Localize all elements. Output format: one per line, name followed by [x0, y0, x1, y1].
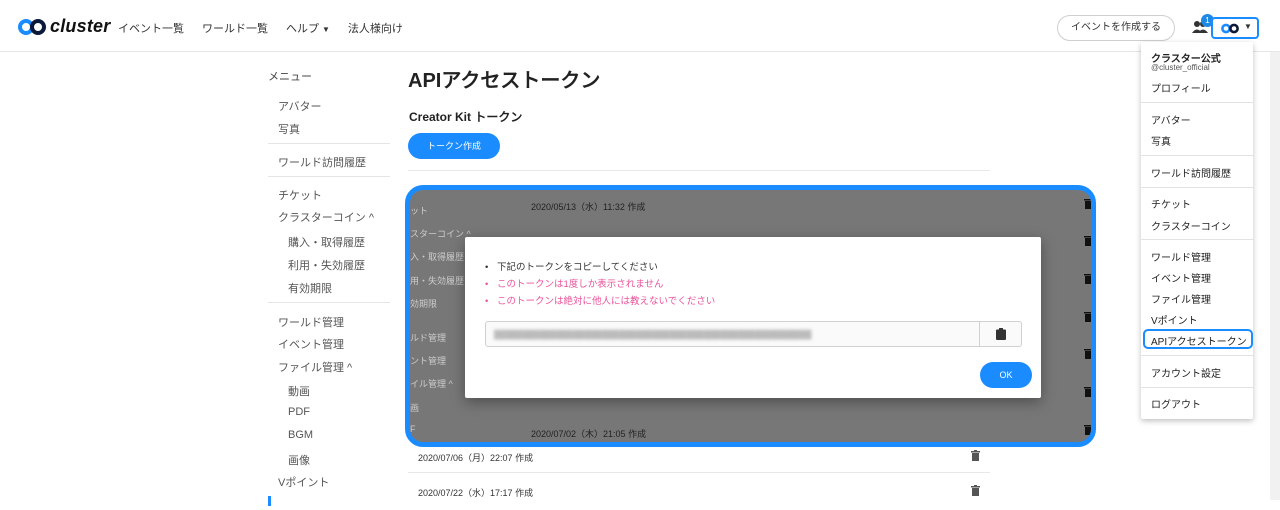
trash-icon — [1084, 312, 1091, 322]
menu-item-pdf[interactable]: PDF — [288, 406, 310, 418]
trash-icon[interactable] — [971, 485, 980, 496]
create-event-button[interactable]: イベントを作成する — [1057, 15, 1175, 41]
nav-help-label: ヘルプ — [286, 23, 319, 35]
copy-button[interactable] — [979, 322, 1023, 346]
cluster-logo[interactable]: cluster — [18, 16, 110, 37]
top-header: cluster イベント一覧 ワールド一覧 ヘルプ ▼ 法人様向け イベントを作成… — [0, 0, 1280, 52]
trash-icon — [1084, 425, 1091, 435]
menu-active-indicator — [268, 496, 271, 506]
menu-item-images[interactable]: 画像 — [288, 452, 310, 468]
overlay-menu-text: 用・失効履歴 — [410, 276, 465, 286]
dropdown-item-account-settings[interactable]: アカウント設定 — [1151, 365, 1221, 380]
overlay-menu-text: ット — [410, 206, 429, 216]
account-logo-icon — [1221, 23, 1239, 34]
overlay-token-date: 2020/07/02（木）21:05 作成 — [531, 429, 647, 439]
page-scrollbar[interactable] — [1270, 52, 1280, 500]
dropdown-divider — [1141, 155, 1253, 156]
dropdown-item-api-token[interactable]: APIアクセストークン — [1151, 333, 1247, 348]
page-title: APIアクセストークン — [408, 70, 601, 92]
menu-item-coins[interactable]: クラスターコイン ^ — [278, 209, 374, 225]
trash-icon[interactable] — [971, 450, 980, 461]
menu-item-video[interactable]: 動画 — [288, 383, 310, 399]
modal-instructions: 下記のトークンをコピーしてください このトークンは1度しか表示されません このト… — [485, 259, 715, 310]
menu-item-avatar[interactable]: アバター — [278, 98, 322, 114]
dropdown-item-world-history[interactable]: ワールド訪問履歴 — [1151, 165, 1231, 180]
menu-heading: メニュー — [268, 71, 312, 83]
menu-item-event-manage[interactable]: イベント管理 — [278, 336, 344, 352]
menu-item-world-history[interactable]: ワールド訪問履歴 — [278, 154, 366, 170]
nav-help[interactable]: ヘルプ ▼ — [286, 20, 330, 36]
token-created-date: 2020/07/22（水）17:17 作成 — [418, 488, 534, 498]
dropdown-item-avatar[interactable]: アバター — [1151, 112, 1191, 127]
trash-icon — [1084, 349, 1091, 359]
dropdown-item-file-manage[interactable]: ファイル管理 — [1151, 291, 1211, 306]
section-title: Creator Kit トークン — [409, 110, 523, 124]
overlay-menu-text: スターコイン ^ — [410, 229, 471, 239]
overlay-menu-text: ルド管理 — [410, 333, 447, 343]
chevron-down-icon: ▼ — [1244, 22, 1252, 31]
overlay-menu-text: ント管理 — [410, 356, 447, 366]
cluster-logo-icon — [18, 18, 46, 35]
dropdown-item-vpoint[interactable]: Vポイント — [1151, 312, 1198, 327]
token-field[interactable]: ████████████████████████████████████████… — [485, 321, 1022, 347]
menu-item-file-manage[interactable]: ファイル管理 ^ — [278, 359, 352, 375]
overlay-menu-text: F — [410, 424, 416, 434]
dropdown-divider — [1141, 387, 1253, 388]
menu-item-usage-history[interactable]: 利用・失効履歴 — [288, 257, 365, 273]
create-token-button[interactable]: トークン作成 — [408, 133, 500, 159]
dropdown-item-logout[interactable]: ログアウト — [1151, 396, 1201, 411]
dropdown-divider — [1141, 187, 1253, 188]
nav-business[interactable]: 法人様向け — [348, 20, 403, 36]
menu-item-photos[interactable]: 写真 — [278, 121, 300, 137]
dropdown-item-photos[interactable]: 写真 — [1151, 133, 1171, 148]
clipboard-icon — [996, 328, 1006, 340]
menu-divider — [268, 143, 390, 144]
dropdown-divider — [1141, 355, 1253, 356]
ok-button[interactable]: OK — [980, 362, 1032, 388]
token-modal: 下記のトークンをコピーしてください このトークンは1度しか表示されません このト… — [465, 237, 1041, 398]
dropdown-item-event-manage[interactable]: イベント管理 — [1151, 270, 1211, 285]
modal-warning-text: このトークンは絶対に他人には教えないでください — [485, 293, 715, 310]
trash-icon — [1084, 274, 1091, 284]
dropdown-item-tickets[interactable]: チケット — [1151, 196, 1191, 211]
menu-item-purchase-history[interactable]: 購入・取得履歴 — [288, 234, 365, 250]
menu-item-expiry[interactable]: 有効期限 — [288, 280, 332, 296]
dropdown-divider — [1141, 102, 1253, 103]
trash-icon — [1084, 236, 1091, 246]
overlay-menu-text: イル管理 ^ — [410, 379, 453, 389]
dropdown-item-coins[interactable]: クラスターコイン — [1151, 218, 1231, 233]
dropdown-item-world-manage[interactable]: ワールド管理 — [1151, 249, 1211, 264]
user-handle: @cluster_official — [1151, 63, 1210, 72]
account-menu-button[interactable]: ▼ — [1211, 17, 1259, 39]
chevron-down-icon: ▼ — [322, 25, 330, 34]
trash-icon — [1084, 199, 1091, 209]
token-modal-highlight: ット スターコイン ^ 入・取得履歴 用・失効履歴 効期限 ルド管理 ント管理 … — [405, 185, 1096, 447]
nav-event-list[interactable]: イベント一覧 — [118, 20, 184, 36]
dropdown-item-profile[interactable]: プロフィール — [1151, 80, 1211, 95]
modal-instruction-text: 下記のトークンをコピーしてください — [485, 259, 715, 276]
overlay-menu-text: 入・取得履歴 — [410, 252, 465, 262]
overlay-token-date: 2020/05/13（水）11:32 作成 — [531, 202, 646, 212]
main-nav: イベント一覧 ワールド一覧 ヘルプ ▼ 法人様向け — [118, 20, 403, 36]
token-created-date: 2020/07/06（月）22:07 作成 — [418, 453, 534, 463]
account-dropdown: クラスター公式 @cluster_official プロフィール アバター 写真… — [1141, 42, 1253, 419]
menu-divider — [268, 302, 390, 303]
menu-divider — [268, 176, 390, 177]
trash-icon — [1084, 387, 1091, 397]
token-value-blurred: ████████████████████████████████████████… — [494, 330, 812, 339]
nav-world-list[interactable]: ワールド一覧 — [202, 20, 268, 36]
logo-text: cluster — [50, 16, 111, 36]
token-row: 2020/07/22（水）17:17 作成 — [408, 472, 990, 510]
menu-item-world-manage[interactable]: ワールド管理 — [278, 314, 344, 330]
menu-item-bgm[interactable]: BGM — [288, 429, 313, 441]
overlay-menu-text: 効期限 — [410, 299, 438, 309]
menu-item-tickets[interactable]: チケット — [278, 187, 322, 203]
menu-item-vpoint[interactable]: Vポイント — [278, 474, 329, 490]
dropdown-divider — [1141, 239, 1253, 240]
overlay-menu-text: 画 — [410, 403, 420, 413]
modal-warning-text: このトークンは1度しか表示されません — [485, 276, 715, 293]
